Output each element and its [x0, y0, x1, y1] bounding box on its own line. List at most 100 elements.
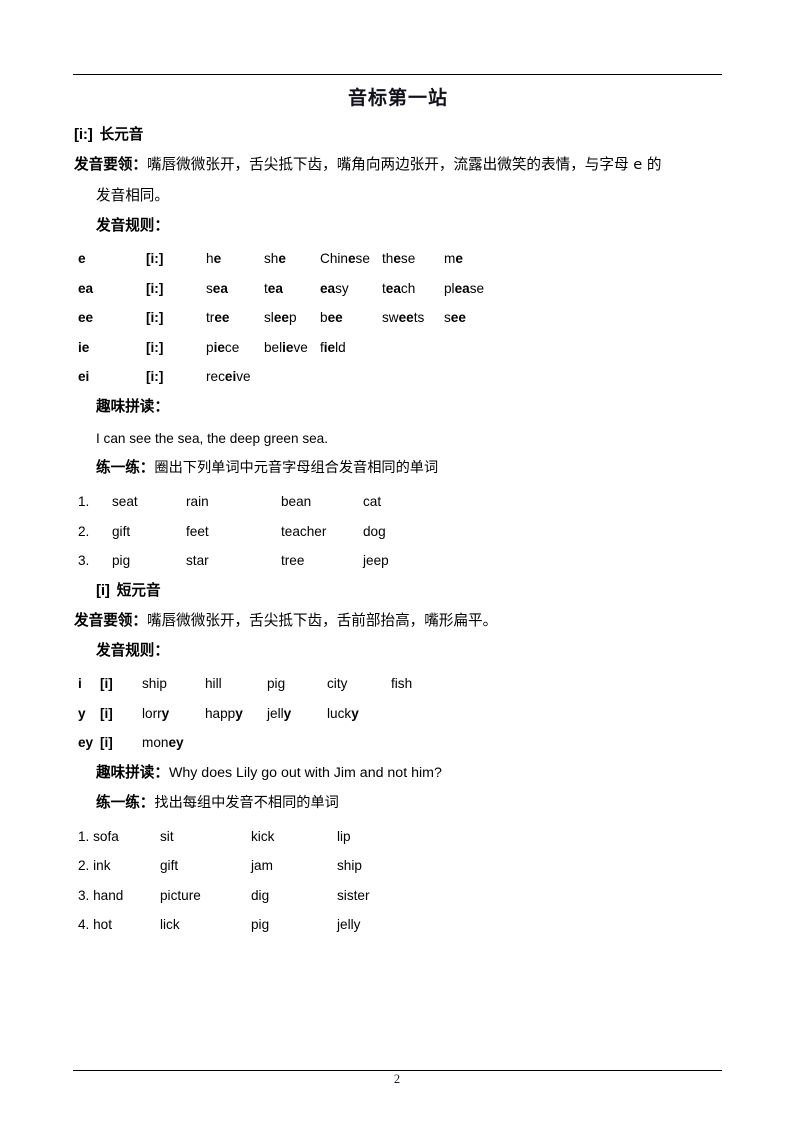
rules-long-body: e [i:] he she Chinese these me ea [i:] s…	[78, 244, 504, 392]
ipa-symbol-short: [i]	[96, 581, 110, 599]
rule-ipa: [i:]	[146, 310, 164, 325]
rules-label-short: 发音规则：	[96, 642, 169, 659]
fun-reading-label-long: 趣味拼读：	[96, 397, 169, 415]
ipa-label-long: 长元音	[99, 126, 144, 143]
rule-word: money	[142, 735, 184, 750]
rule-word: see	[444, 310, 466, 325]
practice-word[interactable]: tree	[281, 546, 363, 576]
row-number: 1.	[78, 494, 90, 509]
pronunciation-essentials-short: 发音要领：嘴唇微微张开，舌尖抵下齿，舌前部抬高，嘴形扁平。	[74, 606, 722, 637]
practice-word[interactable]: jeep	[363, 546, 389, 576]
rule-letters: ei	[78, 369, 90, 384]
practice-word[interactable]: 4. hot	[78, 910, 160, 940]
practice-word[interactable]: ship	[337, 851, 369, 881]
table-row: i [i] ship hill pig city fish	[78, 669, 441, 699]
practice-word[interactable]: jam	[251, 851, 337, 881]
table-row: ie [i:] piece believe field	[78, 333, 504, 363]
practice-word[interactable]: pig	[251, 910, 337, 940]
rule-letters: i	[78, 676, 82, 691]
table-row: 2. ink gift jam ship	[78, 851, 369, 881]
table-row: ey [i] money	[78, 728, 441, 758]
rule-word: he	[206, 251, 222, 266]
table-row: 1. seat rain bean cat	[78, 487, 389, 517]
rule-word	[391, 699, 441, 729]
practice-word[interactable]: bean	[281, 487, 363, 517]
practice-word[interactable]: star	[186, 546, 281, 576]
rule-letters: y	[78, 705, 86, 721]
fun-reading-sentence-short: Why does Lily go out with Jim and not hi…	[168, 764, 442, 781]
practice-word[interactable]: pig	[112, 546, 186, 576]
rule-word	[320, 362, 382, 392]
practice-table-short: 1. sofa sit kick lip 2. ink gift jam shi…	[78, 822, 369, 940]
rule-word	[267, 728, 327, 758]
essentials-label-long: 发音要领：	[74, 156, 147, 173]
rule-letters: ie	[78, 339, 90, 355]
rule-ipa: [i]	[100, 735, 113, 750]
rule-word	[391, 728, 441, 758]
rule-word: jelly	[267, 705, 292, 721]
table-row: ee [i:] tree sleep bee sweets see	[78, 303, 504, 333]
practice-word[interactable]: 1. sofa	[78, 822, 160, 852]
table-row: ei [i:] receive	[78, 362, 504, 392]
essentials-text-short: 嘴唇微微张开，舌尖抵下齿，舌前部抬高，嘴形扁平。	[146, 611, 498, 629]
table-row: 3. pig star tree jeep	[78, 546, 389, 576]
essentials-label-short: 发音要领：	[74, 611, 147, 629]
practice-word[interactable]: gift	[160, 851, 251, 881]
rule-word: tree	[206, 310, 230, 325]
practice-word[interactable]: seat	[112, 487, 186, 517]
rule-word: sweets	[382, 310, 425, 325]
practice-word[interactable]: 2. ink	[78, 851, 160, 881]
table-row: ea [i:] sea tea easy teach please	[78, 274, 504, 304]
rule-word: teach	[382, 280, 416, 296]
practice-word[interactable]: picture	[160, 881, 251, 911]
practice-word[interactable]: jelly	[337, 910, 369, 940]
practice-word[interactable]: feet	[186, 517, 281, 547]
table-row: 4. hot lick pig jelly	[78, 910, 369, 940]
practice-word[interactable]: dig	[251, 881, 337, 911]
rule-word	[382, 333, 444, 363]
rule-ipa: [i]	[100, 676, 113, 691]
practice-word[interactable]: sister	[337, 881, 369, 911]
rule-word: please	[444, 280, 485, 296]
pronunciation-rules-table-short: i [i] ship hill pig city fish y [i] lorr…	[78, 669, 441, 758]
rule-word: receive	[206, 369, 251, 384]
rule-letters: ey	[78, 735, 94, 750]
pronunciation-essentials-long-line1: 发音要领：嘴唇微微张开，舌尖抵下齿，嘴角向两边张开，流露出微笑的表情，与字母 e…	[74, 150, 722, 181]
rule-word: Chinese	[320, 251, 370, 266]
rule-letters: e	[78, 251, 86, 266]
section-heading-long-vowel: [i:] 长元音	[74, 120, 722, 150]
practice-word[interactable]: lick	[160, 910, 251, 940]
pronunciation-rules-table-long: e [i:] he she Chinese these me ea [i:] s…	[78, 244, 504, 392]
practice-word[interactable]: 3. hand	[78, 881, 160, 911]
row-number: 2.	[78, 523, 90, 539]
rule-word: sleep	[264, 310, 297, 325]
practice-instruction-long: 圈出下列单词中元音字母组合发音相同的单词	[154, 460, 439, 476]
practice-word[interactable]: sit	[160, 822, 251, 852]
rule-word: piece	[206, 339, 240, 355]
practice-word[interactable]: teacher	[281, 517, 363, 547]
section-heading-short-vowel: [i] 短元音	[74, 576, 722, 606]
practice-label-short: 练一练：	[96, 793, 155, 811]
ipa-symbol-long: [i:]	[74, 126, 93, 143]
essentials-text-long-2: 发音相同。	[96, 186, 169, 204]
rules-short-body: i [i] ship hill pig city fish y [i] lorr…	[78, 669, 441, 758]
fun-reading-label-short: 趣味拼读：	[96, 763, 169, 781]
practice-word[interactable]: gift	[112, 517, 186, 547]
rule-word	[264, 362, 320, 392]
footer-rule	[73, 1070, 722, 1071]
rule-word	[382, 362, 444, 392]
rule-word: sea	[206, 280, 228, 296]
rule-word: lorry	[142, 705, 170, 721]
practice-word[interactable]: kick	[251, 822, 337, 852]
practice-heading-short: 练一练：找出每组中发音不相同的单词	[74, 788, 722, 818]
ipa-label-short: 短元音	[116, 581, 161, 599]
table-row: e [i:] he she Chinese these me	[78, 244, 504, 274]
rule-word: she	[264, 251, 286, 266]
practice-word[interactable]: cat	[363, 487, 389, 517]
practice-word[interactable]: rain	[186, 487, 281, 517]
practice-short-body: 1. sofa sit kick lip 2. ink gift jam shi…	[78, 822, 369, 940]
rule-letters: ee	[78, 310, 94, 325]
practice-word[interactable]: lip	[337, 822, 369, 852]
practice-word[interactable]: dog	[363, 517, 389, 547]
rule-letters: ea	[78, 280, 94, 296]
